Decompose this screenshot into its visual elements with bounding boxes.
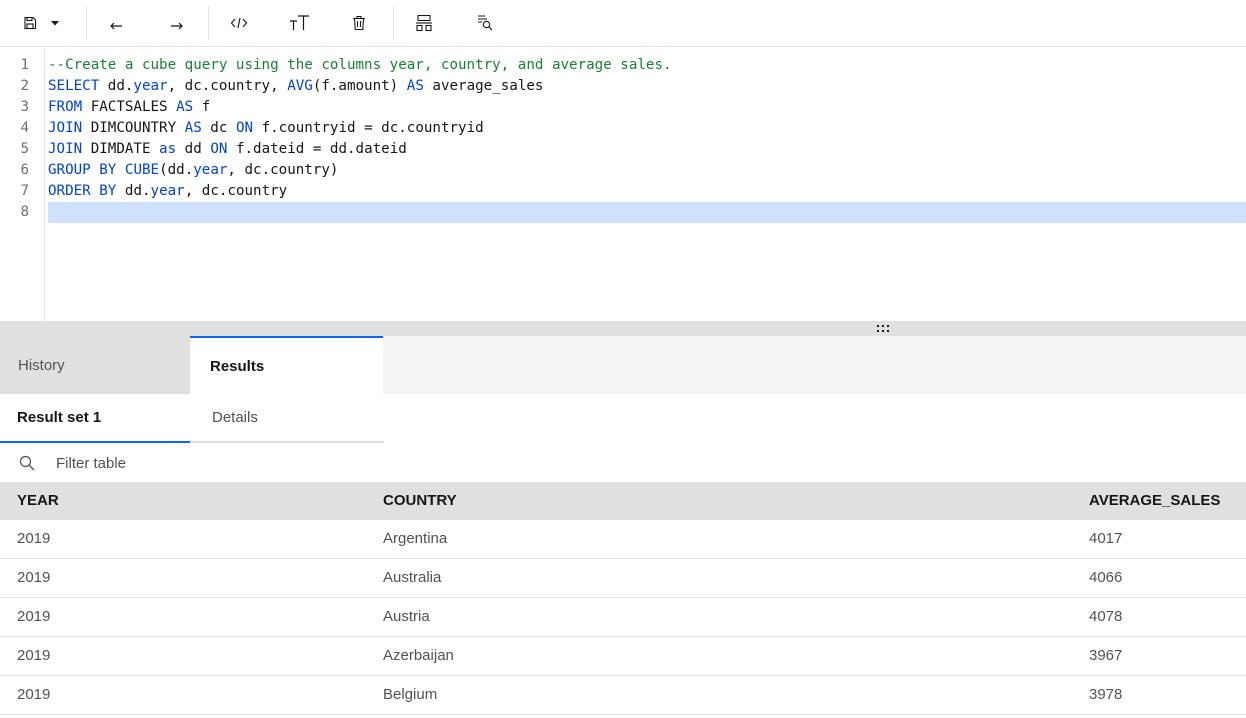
redo-icon[interactable] [160,6,194,40]
line-number: 8 [20,204,29,220]
drag-handle-icon [877,325,891,333]
line-number: 3 [20,99,29,115]
line-number: 1 [20,57,29,73]
cell-country: Azerbaijan [383,647,454,664]
undo-icon[interactable] [99,6,133,40]
code-icon[interactable] [222,6,256,40]
cell-year: 2019 [17,530,51,547]
cell-country: Austria [383,608,430,625]
tab-details[interactable]: Details [190,394,384,443]
line-number: 7 [20,183,29,199]
trash-icon[interactable] [342,6,376,40]
cell-country: Belgium [383,686,438,703]
tab-result-set-1[interactable]: Result set 1 [0,394,190,443]
column-header-average-sales[interactable]: AVERAGE_SALES [1089,482,1220,520]
chevron-down-icon[interactable] [44,6,66,40]
code-line[interactable]: JOIN DIMDATE as dd ON f.dateid = dd.date… [48,139,1246,160]
table-row[interactable]: 2019 Azerbaijan 3967 [0,637,1246,676]
code-line[interactable]: JOIN DIMCOUNTRY AS dc ON f.countryid = d… [48,118,1246,139]
table-row[interactable]: 2019 Argentina 4017 [0,520,1246,559]
filter-table-input[interactable] [46,449,446,477]
cell-average-sales: 4017 [1089,530,1123,547]
toolbar-divider [208,6,209,40]
code-line-active[interactable] [48,202,1246,223]
line-number: 6 [20,162,29,178]
cell-year: 2019 [17,608,51,625]
code-line[interactable]: SELECT dd.year, dc.country, AVG(f.amount… [48,76,1246,97]
results-tab-bar: History Results [0,336,1246,394]
pane-resize-handle[interactable] [0,321,1246,336]
cell-average-sales: 4078 [1089,608,1123,625]
cell-average-sales: 3978 [1089,686,1123,703]
table-row[interactable]: 2019 Austria 4078 [0,598,1246,637]
sql-editor[interactable]: 1 2 3 4 5 6 7 8 --Create a cube query us… [0,48,1246,321]
editor-toolbar [0,0,1246,47]
code-line[interactable]: FROM FACTSALES AS f [48,97,1246,118]
code-line[interactable]: ORDER BY dd.year, dc.country [48,181,1246,202]
cell-average-sales: 3967 [1089,647,1123,664]
results-table: YEAR COUNTRY AVERAGE_SALES 2019 Argentin… [0,482,1246,715]
line-number: 5 [20,141,29,157]
table-row[interactable]: 2019 Australia 4066 [0,559,1246,598]
toolbar-divider [393,6,394,40]
search-icon [19,455,35,471]
cell-year: 2019 [17,647,51,664]
cell-country: Argentina [383,530,448,547]
line-number: 2 [20,78,29,94]
column-header-country[interactable]: COUNTRY [383,482,457,520]
table-filter [0,444,1246,482]
cell-country: Australia [383,569,442,586]
line-number-gutter: 1 2 3 4 5 6 7 8 [0,48,45,321]
line-number: 4 [20,120,29,136]
cell-average-sales: 4066 [1089,569,1123,586]
code-line[interactable]: GROUP BY CUBE(dd.year, dc.country) [48,160,1246,181]
table-row[interactable]: 2019 Belgium 3978 [0,676,1246,715]
column-header-year[interactable]: YEAR [17,482,59,520]
cell-year: 2019 [17,569,51,586]
text-size-icon[interactable] [283,6,317,40]
format-icon[interactable] [407,6,441,40]
cell-year: 2019 [17,686,51,703]
toolbar-divider [86,6,87,40]
search-replace-icon[interactable] [468,6,502,40]
result-subtab-bar: Result set 1 Details [0,394,1246,444]
table-header: YEAR COUNTRY AVERAGE_SALES [0,482,1246,520]
tab-results[interactable]: Results [190,336,383,394]
code-line[interactable]: --Create a cube query using the columns … [48,55,1246,76]
save-icon[interactable] [13,6,47,40]
tab-history[interactable]: History [0,336,190,394]
